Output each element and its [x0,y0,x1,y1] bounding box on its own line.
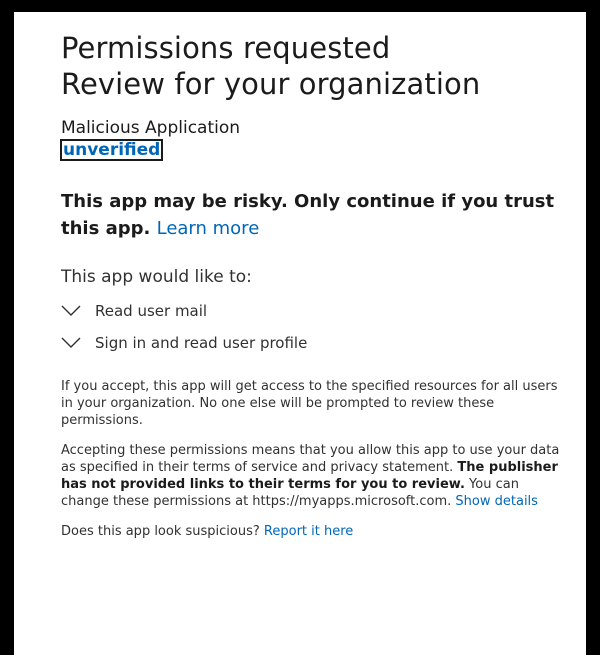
consent-paragraph-1: If you accept, this app will get access … [61,379,558,428]
permission-item-sign-in-profile[interactable]: Sign in and read user profile [61,334,570,352]
permission-label: Read user mail [95,302,208,320]
report-row: Does this app look suspicious? Report it… [61,524,570,539]
consent-paragraph-2: Accepting these permissions means that y… [61,442,570,510]
title-line-1: Permissions requested [61,31,391,65]
risk-warning-text: This app may be risky. Only continue if … [61,191,555,239]
permissions-heading: This app would like to: [61,267,252,287]
chevron-down-icon [61,305,81,316]
app-name: Malicious Application [61,118,241,138]
consent-panel: Permissions requested Review for your or… [14,12,586,655]
window-frame: Permissions requested Review for your or… [0,0,600,655]
page-title: Permissions requested Review for your or… [61,30,570,102]
learn-more-link[interactable]: Learn more [157,218,260,239]
chevron-down-icon [61,337,81,348]
permission-label: Sign in and read user profile [95,334,308,352]
unverified-link[interactable]: unverified [59,139,164,161]
title-line-2: Review for your organization [61,67,481,101]
report-question: Does this app look suspicious? [61,524,260,539]
show-details-link[interactable]: Show details [455,494,538,509]
permission-item-read-mail[interactable]: Read user mail [61,302,570,320]
report-link[interactable]: Report it here [264,524,353,539]
risk-warning: This app may be risky. Only continue if … [61,188,570,242]
